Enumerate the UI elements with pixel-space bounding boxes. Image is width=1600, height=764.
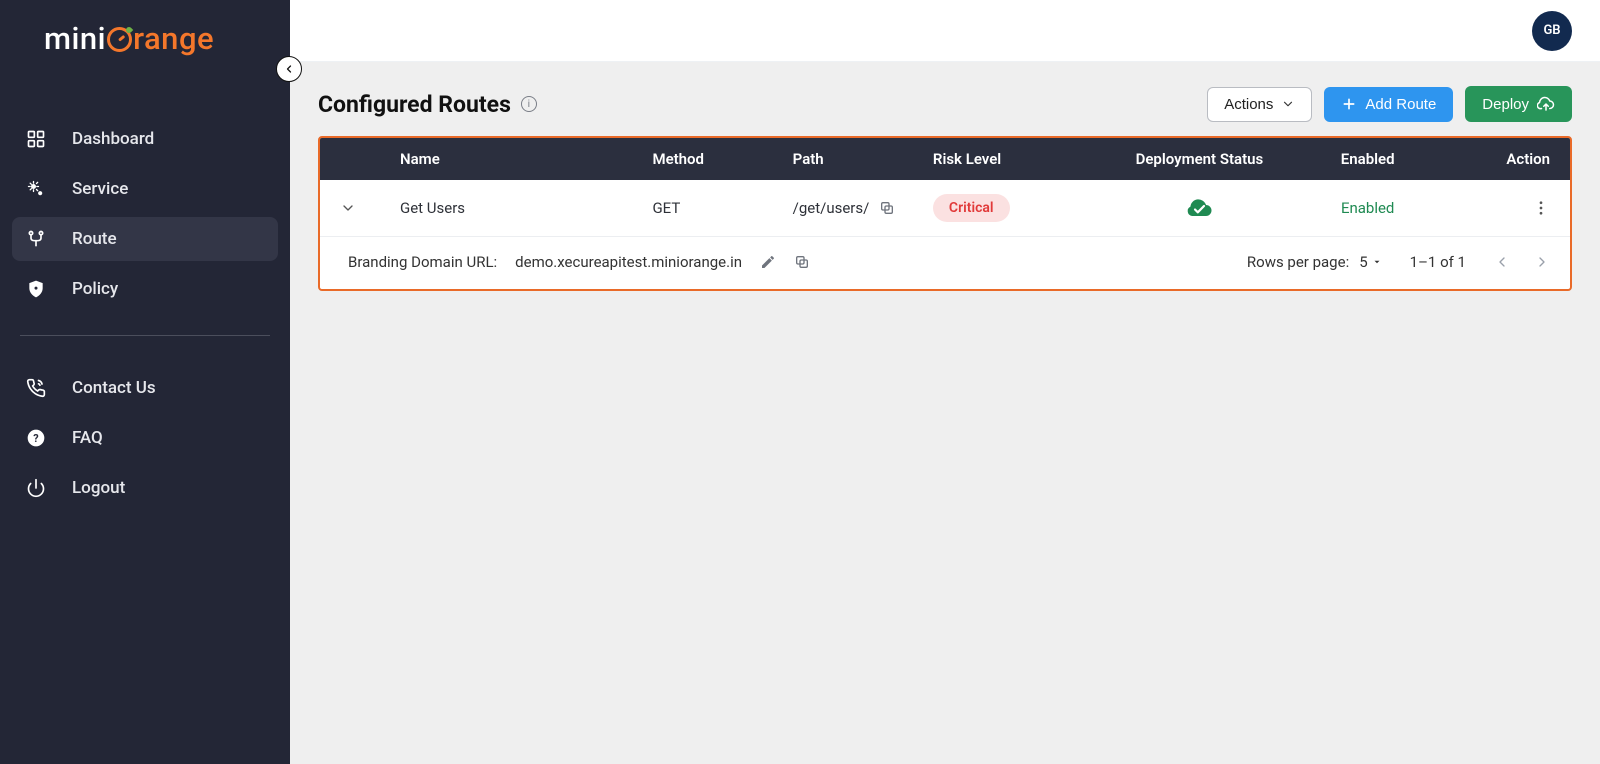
deploy-button[interactable]: Deploy: [1465, 86, 1572, 122]
brand-part1: mini: [44, 20, 106, 57]
sidebar-item-label: Route: [72, 229, 117, 249]
dashboard-icon: [24, 129, 48, 149]
page-title: Configured Routes: [318, 91, 511, 118]
chevron-down-icon: [340, 200, 356, 216]
header-actions: Actions Add Route Deploy: [1207, 86, 1572, 122]
cell-enabled: Enabled: [1298, 199, 1438, 217]
primary-nav: Dashboard Service Route Policy Contac: [0, 81, 290, 510]
rows-per-page-select[interactable]: 5: [1359, 253, 1381, 271]
col-action: Action: [1438, 150, 1550, 168]
expand-row-button[interactable]: [340, 200, 400, 216]
copy-branding-button[interactable]: [794, 254, 810, 270]
user-avatar[interactable]: GB: [1532, 11, 1572, 51]
caret-down-icon: [1372, 257, 1382, 267]
prev-page-button[interactable]: [1494, 254, 1510, 270]
sidebar-item-contact[interactable]: Contact Us: [12, 366, 278, 410]
sidebar-item-label: Dashboard: [72, 129, 154, 149]
sidebar-collapse-button[interactable]: [276, 56, 302, 82]
cloud-check-icon: [1185, 197, 1213, 219]
branding-url-value: demo.xecureapitest.miniorange.in: [515, 253, 742, 271]
sidebar-item-label: FAQ: [72, 428, 103, 448]
sidebar-item-policy[interactable]: Policy: [12, 267, 278, 311]
chevron-right-icon: [1534, 254, 1550, 270]
cell-method: GET: [652, 199, 792, 217]
cell-name: Get Users: [400, 199, 652, 217]
pagination-range: 1–1 of 1: [1410, 253, 1466, 271]
cell-path: /get/users/: [793, 199, 933, 217]
col-enabled: Enabled: [1298, 150, 1438, 168]
edit-branding-button[interactable]: [760, 254, 776, 270]
gears-icon: [24, 179, 48, 199]
copy-path-button[interactable]: [879, 200, 895, 216]
info-icon[interactable]: i: [521, 96, 537, 112]
route-icon: [24, 229, 48, 249]
cell-risk: Critical: [933, 194, 1101, 222]
chevron-down-icon: [1281, 97, 1295, 111]
rows-per-page: Rows per page: 5: [1247, 253, 1382, 271]
deploy-label: Deploy: [1482, 96, 1529, 113]
sidebar-item-label: Contact Us: [72, 378, 156, 398]
table-row: Get Users GET /get/users/ Critical Enabl…: [320, 180, 1570, 237]
actions-label: Actions: [1224, 96, 1273, 113]
content: Configured Routes i Actions Add Route De…: [290, 62, 1600, 764]
sidebar-item-logout[interactable]: Logout: [12, 466, 278, 510]
risk-badge: Critical: [933, 194, 1010, 222]
sidebar-item-route[interactable]: Route: [12, 217, 278, 261]
next-page-button[interactable]: [1534, 254, 1550, 270]
sidebar-item-faq[interactable]: ? FAQ: [12, 416, 278, 460]
cloud-upload-icon: [1537, 95, 1555, 113]
nav-divider: [20, 335, 270, 336]
phone-icon: [24, 378, 48, 398]
pencil-icon: [760, 254, 776, 270]
col-path: Path: [793, 150, 933, 168]
chevron-left-icon: [1494, 254, 1510, 270]
table-header-row: Name Method Path Risk Level Deployment S…: [320, 138, 1570, 180]
brand-part2: range: [133, 20, 214, 57]
sidebar: mini range Dashboard Service Route: [0, 0, 290, 764]
row-menu-button[interactable]: [1438, 199, 1550, 217]
add-route-button[interactable]: Add Route: [1324, 87, 1453, 122]
brand-logo: mini range: [0, 0, 290, 81]
col-risk: Risk Level: [933, 150, 1101, 168]
add-route-label: Add Route: [1365, 96, 1436, 113]
cell-deployment: [1101, 197, 1297, 219]
sidebar-item-service[interactable]: Service: [12, 167, 278, 211]
routes-table: Name Method Path Risk Level Deployment S…: [318, 136, 1572, 291]
shield-icon: [24, 279, 48, 299]
branding-url-label: Branding Domain URL:: [348, 253, 497, 271]
table-footer: Branding Domain URL: demo.xecureapitest.…: [320, 237, 1570, 289]
svg-text:?: ?: [33, 432, 38, 445]
sidebar-item-label: Service: [72, 179, 128, 199]
help-icon: ?: [24, 428, 48, 448]
plus-icon: [1341, 96, 1357, 112]
rows-per-page-label: Rows per page:: [1247, 253, 1349, 271]
topbar: GB: [290, 0, 1600, 62]
avatar-initials: GB: [1543, 23, 1560, 38]
cell-path-text: /get/users/: [793, 199, 870, 217]
brand-clock-icon: [107, 27, 132, 52]
copy-icon: [794, 254, 810, 270]
power-icon: [24, 478, 48, 498]
chevron-left-icon: [283, 63, 295, 75]
col-name: Name: [400, 150, 652, 168]
rows-per-page-value: 5: [1359, 253, 1367, 271]
main: GB Configured Routes i Actions Add Route…: [290, 0, 1600, 764]
more-vertical-icon: [1532, 199, 1550, 217]
page-header: Configured Routes i Actions Add Route De…: [318, 86, 1572, 122]
col-method: Method: [652, 150, 792, 168]
sidebar-item-label: Logout: [72, 478, 125, 498]
sidebar-item-label: Policy: [72, 279, 118, 299]
sidebar-item-dashboard[interactable]: Dashboard: [12, 117, 278, 161]
copy-icon: [879, 200, 895, 216]
col-deployment: Deployment Status: [1101, 150, 1297, 168]
actions-dropdown-button[interactable]: Actions: [1207, 87, 1312, 122]
